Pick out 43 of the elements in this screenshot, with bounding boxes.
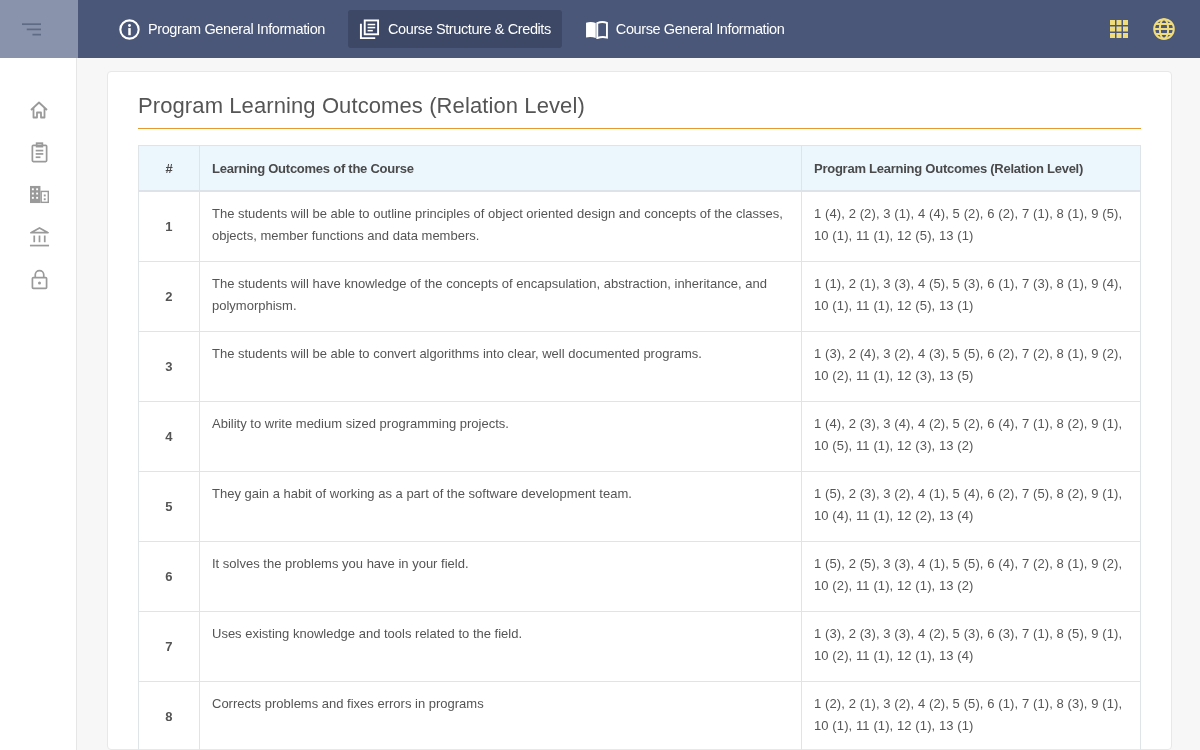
nav-tab[interactable]: Course Structure & Credits: [348, 10, 562, 48]
clipboard-icon[interactable]: [29, 142, 49, 163]
documents-icon: [359, 18, 380, 40]
table-cell: 1 (4), 2 (2), 3 (1), 4 (4), 5 (2), 6 (2), 7 (1), 8 (1), 9 (5), 10 (1), 11 (1), 12 (5), 13 (1): [801, 191, 1141, 262]
table-cell: 1 (5), 2 (5), 3 (3), 4 (1), 5 (5), 6 (4), 7 (2), 8 (1), 9 (2), 10 (2), 11 (1), 12 (1), 13 (2): [801, 541, 1141, 612]
column-header: #: [138, 145, 200, 191]
bank-icon[interactable]: [28, 226, 50, 247]
column-header: Program Learning Outcomes (Relation Level): [801, 145, 1141, 191]
globe-icon: [1153, 18, 1175, 40]
building-icon[interactable]: [28, 185, 50, 204]
info-icon: [119, 18, 140, 40]
table-cell: The students will be able to convert algorithms into clear, well documented programs.: [199, 331, 802, 402]
table-cell: 3: [138, 331, 200, 402]
table-cell: Ability to write medium sized programming projects.: [199, 401, 802, 472]
table-cell: 4: [138, 401, 200, 472]
menu-toggle-button[interactable]: [0, 0, 78, 58]
apps-grid-icon: [1110, 20, 1128, 38]
table-cell: 8: [138, 681, 200, 750]
table-cell: 1 (1), 2 (1), 3 (3), 4 (5), 5 (3), 6 (1), 7 (3), 8 (1), 9 (4), 10 (1), 11 (1), 12 (5), 13 (1): [801, 261, 1141, 332]
table-cell: 5: [138, 471, 200, 542]
table-cell: 1 (5), 2 (3), 3 (2), 4 (1), 5 (4), 6 (2), 7 (5), 8 (2), 9 (1), 10 (4), 11 (1), 12 (2), 13 (4): [801, 471, 1141, 542]
section-title: Program Learning Outcomes (Relation Level): [138, 92, 1141, 129]
table-cell: 1 (4), 2 (3), 3 (4), 4 (2), 5 (2), 6 (4), 7 (1), 8 (2), 9 (1), 10 (5), 11 (1), 12 (3), 13 (2): [801, 401, 1141, 472]
table-cell: 7: [138, 611, 200, 682]
lock-icon[interactable]: [30, 269, 48, 290]
nav-tab[interactable]: Course General Information: [573, 10, 796, 48]
table-cell: 6: [138, 541, 200, 612]
table-cell: 1 (3), 2 (4), 3 (2), 4 (3), 5 (5), 6 (2), 7 (2), 8 (1), 9 (2), 10 (2), 11 (1), 12 (3), 13 (5): [801, 331, 1141, 402]
table-cell: The students will have knowledge of the concepts of encapsulation, abstraction, inheritance, and polymorphism.: [199, 261, 802, 332]
language-button[interactable]: [1150, 15, 1178, 43]
table-cell: The students will be able to outline principles of object oriented design and concepts of the classes, objects, member functions and data members.: [199, 191, 802, 262]
column-header: Learning Outcomes of the Course: [199, 145, 802, 191]
home-icon[interactable]: [29, 100, 49, 120]
book-icon: [584, 19, 608, 39]
apps-grid-button[interactable]: [1107, 17, 1131, 41]
table-cell: 1: [138, 191, 200, 262]
table-cell: 1 (3), 2 (3), 3 (3), 4 (2), 5 (3), 6 (3), 7 (1), 8 (5), 9 (1), 10 (2), 11 (1), 12 (1), 13 (4): [801, 611, 1141, 682]
table-cell: They gain a habit of working as a part of the software development team.: [199, 471, 802, 542]
table-cell: It solves the problems you have in your field.: [199, 541, 802, 612]
menu-icon: [22, 22, 41, 36]
table-cell: Uses existing knowledge and tools related to the field.: [199, 611, 802, 682]
nav-tab[interactable]: Program General Information: [108, 10, 336, 48]
table-cell: 2: [138, 261, 200, 332]
